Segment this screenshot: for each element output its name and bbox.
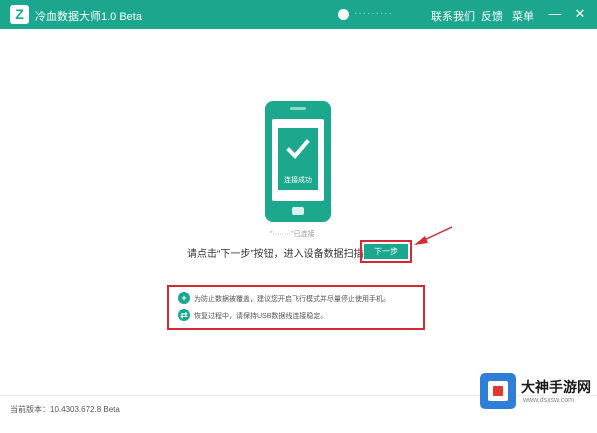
watermark-logo-accent (493, 386, 503, 396)
user-name[interactable]: ········· (354, 8, 393, 19)
instruction-text: 请点击“下一步”按钮，进入设备数据扫描 (187, 249, 364, 260)
title-bar: Z 冷血数据大师1.0 Beta ········· 联系我们 反馈 菜单 — … (0, 0, 597, 29)
feedback-link[interactable]: 反馈 (481, 8, 503, 24)
watermark-url: www.dsxsw.com (523, 397, 574, 404)
checkmark-icon (286, 139, 310, 159)
device-status: "········"已连接 (270, 231, 315, 238)
close-button[interactable]: ✕ (570, 4, 590, 24)
tip-text: 恢复过程中，请保持USB数据线连接稳定。 (194, 313, 328, 320)
app-logo-icon: Z (10, 5, 29, 24)
watermark-title: 大神手游网 (521, 379, 591, 395)
phone-illustration: 连接成功 (265, 101, 331, 222)
minimize-button[interactable]: — (545, 4, 565, 24)
version-label: 当前版本：10.4303.672.8 Beta (10, 405, 120, 414)
plus-icon: + (178, 292, 190, 304)
contact-us-link[interactable]: 联系我们 (431, 8, 475, 24)
watermark: 大神手游网 www.dsxsw.com (480, 370, 594, 412)
phone-home-button (292, 207, 304, 215)
phone-screen: 连接成功 (272, 119, 324, 201)
app-title: 冷血数据大师1.0 Beta (35, 11, 142, 23)
tip-text: 为防止数据被覆盖，建议您开启飞行模式并尽量停止使用手机。 (194, 296, 390, 303)
phone-speaker (290, 107, 306, 110)
next-button[interactable]: 下一步 (364, 244, 408, 259)
user-avatar-icon[interactable] (338, 9, 349, 20)
next-button-highlight: 下一步 (360, 240, 412, 263)
tips-box: + 为防止数据被覆盖，建议您开启飞行模式并尽量停止使用手机。 ⇄ 恢复过程中，请… (167, 285, 425, 330)
phone-screen-panel: 连接成功 (278, 128, 318, 190)
connect-success-text: 连接成功 (284, 177, 312, 184)
menu-link[interactable]: 菜单 (512, 8, 534, 24)
arrow-icon (414, 226, 453, 245)
watermark-logo-icon (480, 373, 516, 409)
usb-icon: ⇄ (178, 309, 190, 321)
